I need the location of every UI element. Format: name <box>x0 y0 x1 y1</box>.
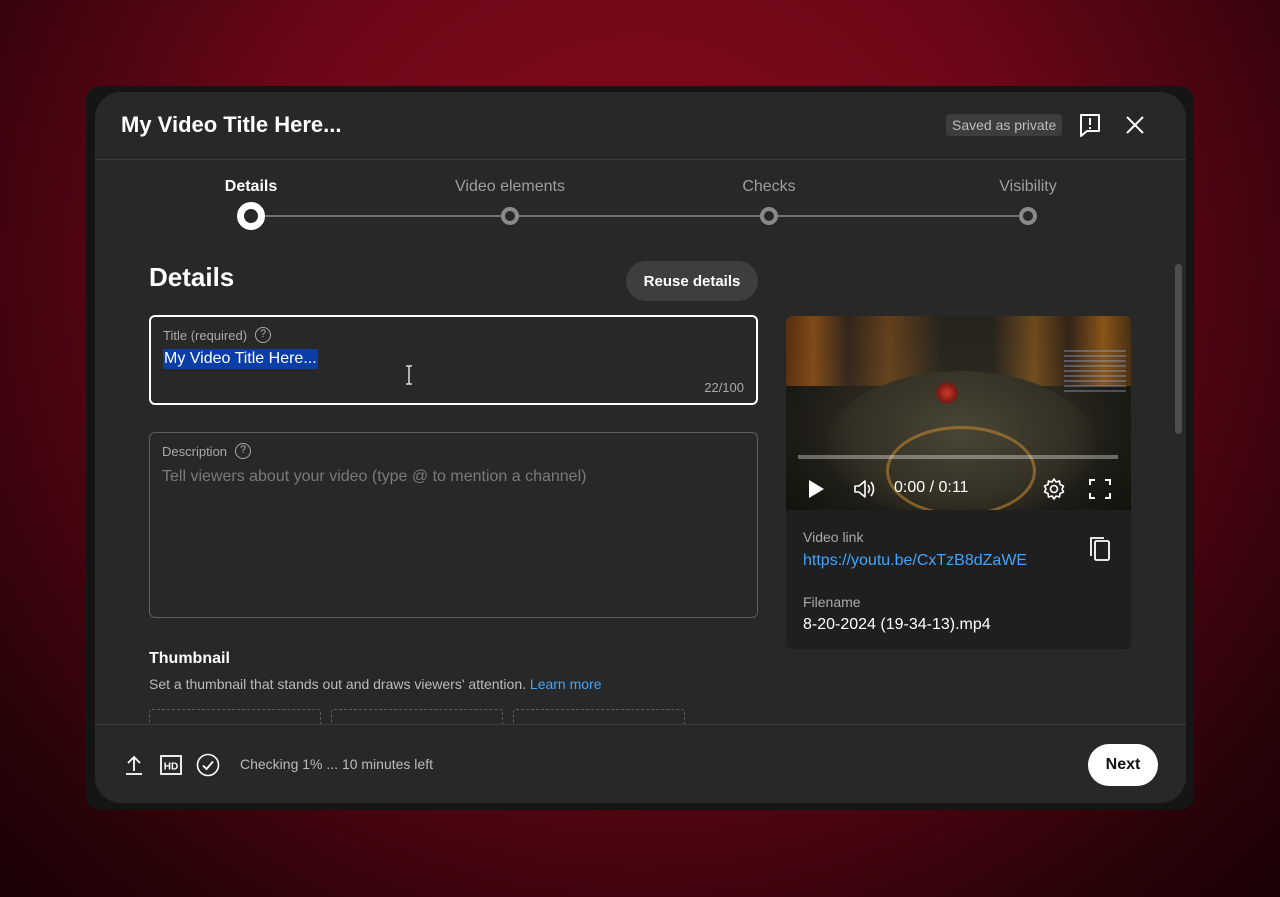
step-dot-checks[interactable] <box>760 207 778 225</box>
check-circle-icon[interactable] <box>195 752 221 778</box>
description-field[interactable]: Description ? Tell viewers about your vi… <box>149 432 758 618</box>
video-link-label: Video link <box>803 529 864 545</box>
title-input-value[interactable]: My Video Title Here... <box>163 349 318 369</box>
next-button[interactable]: Next <box>1088 744 1158 786</box>
step-video-elements[interactable]: Video elements <box>455 178 565 196</box>
video-frame-hud <box>1064 350 1126 394</box>
step-visibility[interactable]: Visibility <box>999 178 1057 196</box>
step-dot-visibility[interactable] <box>1019 207 1037 225</box>
details-content: Details Reuse details Title (required) ?… <box>95 252 1186 724</box>
thumbnail-option-slot[interactable] <box>331 709 503 724</box>
fullscreen-icon[interactable] <box>1087 476 1113 502</box>
dialog-footer: HD Checking 1% ... 10 minutes left Next <box>95 724 1186 803</box>
thumbnail-option-slot[interactable] <box>513 709 685 724</box>
description-placeholder[interactable]: Tell viewers about your video (type @ to… <box>162 468 586 486</box>
help-icon[interactable]: ? <box>255 327 272 343</box>
progress-stepper: Details Video elements Checks Visibility <box>95 160 1186 240</box>
filename-label: Filename <box>803 594 861 610</box>
reuse-details-button[interactable]: Reuse details <box>626 261 758 301</box>
step-dot-video-elements[interactable] <box>501 207 519 225</box>
settings-icon[interactable] <box>1041 476 1067 502</box>
copy-icon[interactable] <box>1088 535 1112 563</box>
video-frame-character <box>936 382 958 404</box>
video-progress-bar[interactable] <box>798 455 1118 459</box>
video-controls: 0:00 / 0:11 <box>786 466 1131 510</box>
dialog-header: My Video Title Here... Saved as private <box>95 92 1186 160</box>
upload-status-text: Checking 1% ... 10 minutes left <box>240 756 433 772</box>
upload-dialog: My Video Title Here... Saved as private … <box>95 92 1186 803</box>
learn-more-link[interactable]: Learn more <box>530 676 602 692</box>
text-cursor-icon <box>406 365 412 385</box>
scrollbar-thumb[interactable] <box>1175 264 1182 434</box>
saved-status-badge: Saved as private <box>946 114 1063 136</box>
filename-value: 8-20-2024 (19-34-13).mp4 <box>803 616 991 633</box>
description-field-label: Description ? <box>162 443 252 459</box>
volume-icon[interactable] <box>852 476 878 502</box>
stepper-track <box>251 215 1028 217</box>
thumbnail-upload-slot[interactable] <box>149 709 321 724</box>
svg-text:HD: HD <box>164 762 178 773</box>
help-icon[interactable]: ? <box>235 443 252 459</box>
details-heading: Details <box>149 262 235 292</box>
video-link[interactable]: https://youtu.be/CxTzB8dZaWE <box>803 552 1027 570</box>
hd-icon[interactable]: HD <box>158 752 184 778</box>
close-icon[interactable] <box>1122 112 1148 138</box>
thumbnail-description: Set a thumbnail that stands out and draw… <box>149 676 602 692</box>
content-scrollbar[interactable] <box>1173 260 1183 724</box>
title-char-counter: 22/100 <box>704 380 744 395</box>
description-label-text: Description <box>162 443 228 459</box>
video-preview-card: 0:00 / 0:11 Video link https://youtu.be/… <box>786 316 1131 649</box>
step-checks[interactable]: Checks <box>742 178 795 196</box>
thumbnail-heading: Thumbnail <box>149 650 230 667</box>
video-player[interactable]: 0:00 / 0:11 <box>786 316 1131 510</box>
thumbnail-text: Set a thumbnail that stands out and draw… <box>149 676 527 692</box>
play-icon[interactable] <box>803 476 829 502</box>
title-field[interactable]: Title (required) ? My Video Title Here..… <box>149 315 758 405</box>
step-dot-details[interactable] <box>237 202 265 230</box>
upload-icon[interactable] <box>121 752 147 778</box>
dialog-title: My Video Title Here... <box>121 112 342 137</box>
feedback-icon[interactable] <box>1077 112 1103 138</box>
title-field-label: Title (required) ? <box>163 327 272 343</box>
title-label-text: Title (required) <box>163 327 248 343</box>
step-details[interactable]: Details <box>225 178 277 196</box>
video-time: 0:00 / 0:11 <box>894 479 969 496</box>
